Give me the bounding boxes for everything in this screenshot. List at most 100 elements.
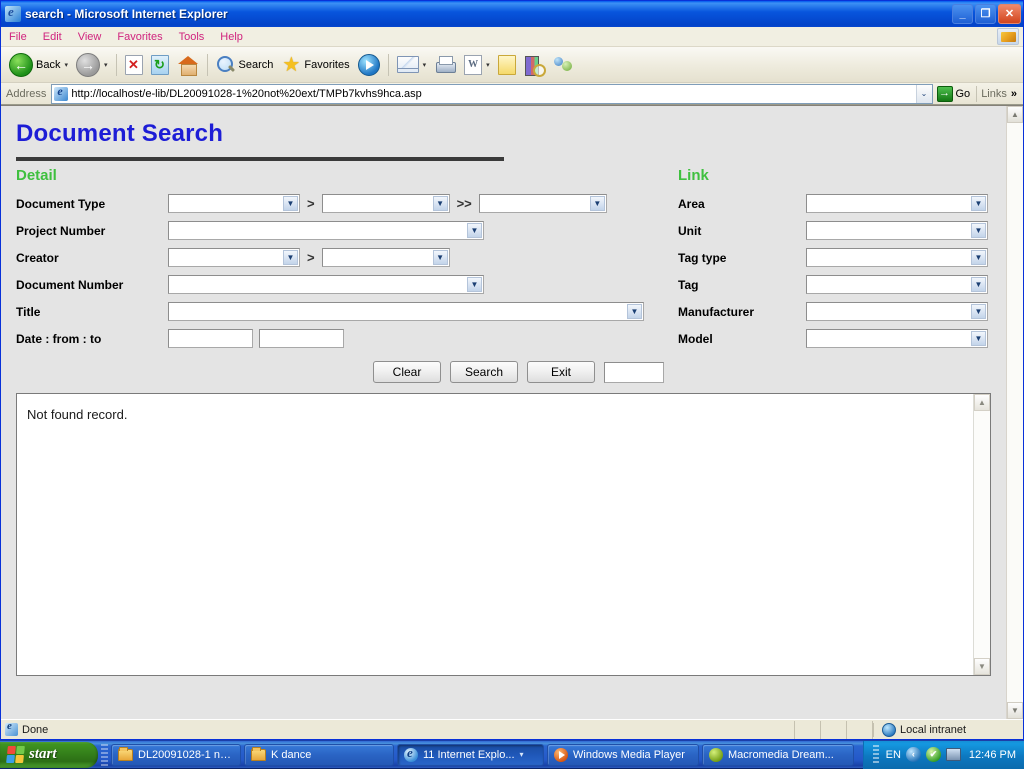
security-center-icon[interactable]: ✔ [926,747,941,762]
print-button[interactable] [430,50,460,80]
page-scroll-up-icon[interactable]: ▲ [1007,106,1023,123]
document-type-select-3[interactable]: ▼ [479,194,607,213]
links-label[interactable]: Links [977,88,1011,100]
task-label: 11 Internet Explo... [423,749,515,761]
title-bar: search - Microsoft Internet Explorer _ ❐… [1,1,1023,27]
results-scrollbar[interactable]: ▲ ▼ [973,394,990,675]
task-macromedia-dreamweaver[interactable]: Macromedia Dream... [702,744,854,766]
start-button[interactable]: start [0,742,98,768]
toolbar-divider-3 [388,54,389,76]
notes-button[interactable] [494,50,520,80]
title-select[interactable]: ▼ [168,302,644,321]
row-date: Date : from : to [16,325,666,352]
menu-file[interactable]: File [1,29,35,45]
edit-chevron-down-icon[interactable]: ▾ [486,61,490,69]
page-scrollbar[interactable]: ▲ ▼ [1006,106,1023,719]
page-scroll-track[interactable] [1007,123,1023,702]
stop-button[interactable]: ✕ [121,50,147,80]
messenger-button[interactable] [548,50,578,80]
back-label: Back [36,59,60,71]
detail-section: Detail Document Type ▼ > ▼ >> ▼ [16,167,666,352]
date-to-input[interactable] [259,329,344,348]
document-number-select[interactable]: ▼ [168,275,484,294]
menu-favorites[interactable]: Favorites [109,29,170,45]
search-button-form[interactable]: Search [450,361,518,383]
separator-gt-2: > [300,250,322,265]
research-books-icon [524,55,544,75]
links-chevron-icon[interactable]: » [1011,88,1021,100]
project-number-select[interactable]: ▼ [168,221,484,240]
back-chevron-down-icon[interactable]: ▾ [64,61,68,69]
label-document-type: Document Type [16,197,168,211]
task-k-dance[interactable]: K dance [244,744,394,766]
taskbar-grip[interactable] [101,744,108,766]
clear-button[interactable]: Clear [373,361,441,383]
area-select[interactable]: ▼ [806,194,988,213]
task-chevron-down-icon[interactable]: ▾ [520,750,524,759]
clock[interactable]: 12:46 PM [969,749,1016,761]
research-button[interactable] [520,50,548,80]
link-section: Link Area ▼ Unit ▼ Tag type [666,167,1006,352]
task-dl20091028[interactable]: DL20091028-1 not ... [111,744,241,766]
model-select[interactable]: ▼ [806,329,988,348]
results-scroll-down-icon[interactable]: ▼ [974,658,990,675]
chevron-down-icon: ▼ [433,250,448,265]
row-title: Title ▼ [16,298,666,325]
toolbar-divider-2 [207,54,208,76]
mail-button[interactable]: ▾ [393,50,431,80]
label-model: Model [678,332,806,346]
restore-button[interactable]: ❐ [975,4,996,24]
menu-help[interactable]: Help [212,29,251,45]
forward-chevron-down-icon[interactable]: ▾ [104,61,108,69]
exit-button[interactable]: Exit [527,361,595,383]
chevron-down-icon: ▼ [971,277,986,292]
results-scroll-up-icon[interactable]: ▲ [974,394,990,411]
extra-input[interactable] [604,362,664,383]
tray-grip[interactable] [873,745,879,765]
close-button[interactable]: ✕ [998,4,1021,24]
status-message-pane: Done [1,721,795,739]
favorites-button[interactable]: ★ Favorites [277,50,353,80]
status-pane-1 [795,721,821,739]
chevron-down-icon: ▼ [467,223,482,238]
menu-view[interactable]: View [70,29,110,45]
address-input[interactable]: http://localhost/e-lib/DL20091028-1%20no… [51,84,932,104]
address-bar: Address http://localhost/e-lib/DL2009102… [1,83,1023,105]
mail-chevron-down-icon[interactable]: ▾ [423,61,427,69]
edit-button[interactable]: W ▾ [460,50,494,80]
results-scroll-track[interactable] [974,411,990,658]
unit-select[interactable]: ▼ [806,221,988,240]
page-title: Document Search [16,120,1006,148]
chevron-down-icon: ▼ [971,250,986,265]
menu-edit[interactable]: Edit [35,29,70,45]
go-button[interactable]: → Go [933,84,977,104]
security-zone-pane[interactable]: Local intranet [873,723,1023,737]
task-internet-explorer[interactable]: 11 Internet Explo... ▾ [397,744,544,766]
manufacturer-select[interactable]: ▼ [806,302,988,321]
search-button[interactable]: Search [212,50,278,80]
language-indicator[interactable]: EN [886,749,901,761]
document-type-select-2[interactable]: ▼ [322,194,450,213]
status-bar: Done Local intranet [1,719,1023,739]
refresh-button[interactable]: ↻ [147,50,173,80]
back-button[interactable]: ← Back ▾ [5,50,72,80]
detail-heading: Detail [16,167,666,184]
forward-button[interactable]: → ▾ [72,50,112,80]
task-windows-media-player[interactable]: Windows Media Player [547,744,699,766]
address-dropdown-chevron-icon[interactable]: ⌄ [916,85,932,103]
task-label: K dance [271,749,311,761]
status-pane-2 [821,721,847,739]
date-from-input[interactable] [168,329,253,348]
tray-expand-icon[interactable]: ‹ [906,747,921,762]
creator-select-2[interactable]: ▼ [322,248,450,267]
menu-tools[interactable]: Tools [171,29,213,45]
tag-select[interactable]: ▼ [806,275,988,294]
home-button[interactable] [173,50,203,80]
creator-select-1[interactable]: ▼ [168,248,300,267]
page-scroll-down-icon[interactable]: ▼ [1007,702,1023,719]
network-icon[interactable] [946,748,961,761]
minimize-button[interactable]: _ [952,4,973,24]
media-button[interactable] [354,50,384,80]
tag-type-select[interactable]: ▼ [806,248,988,267]
document-type-select-1[interactable]: ▼ [168,194,300,213]
